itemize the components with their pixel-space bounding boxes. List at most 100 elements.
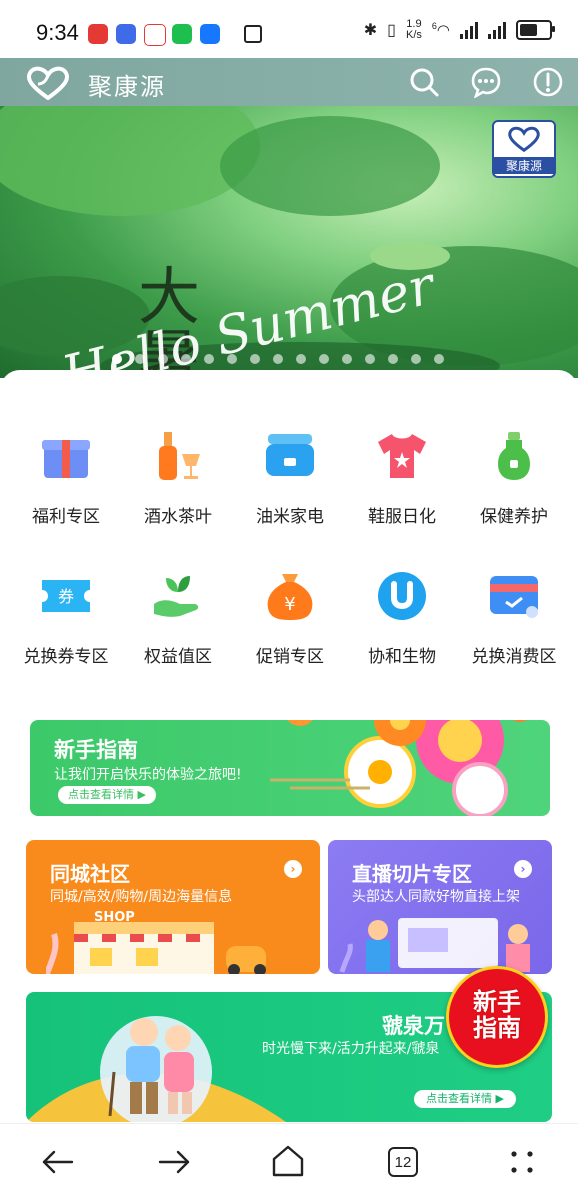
sprout-hand-icon [154, 576, 199, 617]
banner-badge-text: 聚康源 [494, 157, 554, 174]
svg-text:券: 券 [58, 587, 74, 606]
guide-detail-button[interactable]: 点击查看详情 ▶ [58, 786, 156, 804]
card-icon [490, 576, 538, 618]
city-card-title: 同城社区 [50, 862, 130, 886]
app-header: 聚康源 [0, 58, 578, 106]
brand-logo-icon [27, 66, 69, 100]
category-label: 兑换券专区 [23, 647, 109, 667]
category-label: 鞋服日化 [368, 507, 436, 527]
banner-dot[interactable] [434, 354, 444, 364]
info-icon[interactable] [532, 66, 564, 98]
hero-banner[interactable]: 大暑 Hello Summer 聚康源 [0, 106, 578, 378]
wifi-label: 6 [431, 21, 437, 31]
u-logo-icon [378, 572, 426, 620]
live-clip-card[interactable]: 直播切片专区 头部达人同款好物直接上架 › [328, 840, 552, 974]
category-clothing[interactable]: 鞋服日化 [346, 428, 458, 527]
banner-dot[interactable] [181, 354, 191, 364]
category-drinks[interactable]: 酒水茶叶 [122, 428, 234, 527]
elderly-couple-illustration [26, 1016, 286, 1122]
banner-dot[interactable] [158, 354, 168, 364]
chevron-right-icon[interactable]: › [284, 860, 302, 878]
brand-logo-icon [508, 126, 540, 153]
tshirt-icon [378, 434, 426, 478]
banner-dot[interactable] [319, 354, 329, 364]
spring-card-subtitle: 时光慢下来/活力升起来/虢泉 [262, 1041, 440, 1057]
category-label: 保健养护 [480, 507, 548, 527]
rice-cooker-icon [266, 434, 314, 476]
category-coupon[interactable]: 券 兑换券专区 [10, 568, 122, 667]
vibrate-icon: ▯ [387, 22, 396, 39]
banner-dot[interactable] [204, 354, 214, 364]
weibo-app-icon [144, 24, 166, 46]
city-community-card[interactable]: 同城社区 同城/高效/购物/周边海量信息 › SHOP [26, 840, 320, 974]
wifi-icon: 6◠ [431, 21, 450, 39]
banner-dot[interactable] [227, 354, 237, 364]
category-label: 油米家电 [256, 507, 324, 527]
bluetooth-icon: ✱ [363, 22, 378, 39]
home-icon[interactable] [270, 1143, 306, 1179]
newbie-guide-banner[interactable]: 新手指南 让我们开启快乐的体验之旅吧! 点击查看详情 ▶ [30, 720, 550, 816]
category-label: 酒水茶叶 [144, 507, 212, 527]
category-promo[interactable]: ¥ 促销专区 [234, 568, 346, 667]
status-bar: 9:34 ✱ ▯ 1.9 K/s 6◠ [0, 0, 578, 62]
alipay-app-icon [200, 24, 220, 44]
brand-name: 聚康源 [88, 73, 166, 101]
guide-title: 新手指南 [54, 738, 138, 762]
wine-icon [159, 432, 200, 480]
banner-dot[interactable] [342, 354, 352, 364]
category-grain-appliance[interactable]: 油米家电 [234, 428, 346, 527]
nfc-icon [244, 25, 262, 43]
category-equity[interactable]: 权益值区 [122, 568, 234, 667]
category-welfare[interactable]: 福利专区 [10, 428, 122, 527]
category-label: 兑换消费区 [471, 647, 557, 667]
net-speed: 1.9 K/s [406, 19, 422, 41]
shop-sign: SHOP [94, 910, 135, 925]
live-card-subtitle: 头部达人同款好物直接上架 [352, 889, 520, 905]
banner-dot[interactable] [411, 354, 421, 364]
live-illustration [339, 918, 530, 973]
float-badge-line1: 新手 [473, 988, 521, 1016]
status-time: 9:34 [36, 20, 79, 45]
category-label: 权益值区 [144, 647, 212, 667]
forward-arrow-icon[interactable] [156, 1144, 192, 1180]
coupon-icon: 券 [42, 580, 90, 612]
city-card-subtitle: 同城/高效/购物/周边海量信息 [50, 889, 233, 905]
tabs-button[interactable]: 12 [388, 1147, 418, 1177]
banner-dot[interactable] [388, 354, 398, 364]
category-label: 促销专区 [256, 647, 324, 667]
spring-detail-button[interactable]: 点击查看详情 ▶ [414, 1090, 516, 1108]
battery-icon [516, 20, 555, 40]
search-icon[interactable] [408, 66, 440, 98]
banner-dot[interactable] [112, 354, 122, 364]
newbie-guide-float-button[interactable]: 新手 指南 [446, 966, 548, 1068]
huawei-app-icon [88, 24, 108, 44]
browser-app-icon [116, 24, 136, 44]
battery-level [520, 24, 537, 36]
menu-dots-icon[interactable] [504, 1144, 540, 1180]
shop-illustration [46, 922, 266, 974]
banner-dot[interactable] [250, 354, 260, 364]
health-bottle-icon [498, 432, 530, 480]
guide-subtitle: 让我们开启快乐的体验之旅吧! [54, 767, 242, 783]
money-bag-icon: ¥ [267, 574, 313, 620]
banner-brand-badge: 聚康源 [492, 120, 556, 178]
message-icon[interactable] [470, 66, 502, 98]
category-label: 福利专区 [32, 507, 100, 527]
banner-dot[interactable] [135, 354, 145, 364]
banner-dot[interactable] [273, 354, 283, 364]
gift-icon [42, 440, 90, 478]
signal-2-icon [488, 21, 506, 39]
category-health[interactable]: 保健养护 [458, 428, 570, 527]
category-xiehe[interactable]: 协和生物 [346, 568, 458, 667]
flower-illustration [270, 720, 528, 816]
spring-card-title: 虢泉万 [382, 1014, 445, 1038]
category-exchange[interactable]: 兑换消费区 [458, 568, 570, 667]
banner-dot[interactable] [296, 354, 306, 364]
chevron-right-icon[interactable]: › [514, 860, 532, 878]
live-card-title: 直播切片专区 [352, 862, 472, 886]
banner-pagination[interactable] [112, 354, 444, 364]
svg-text:¥: ¥ [284, 594, 295, 615]
banner-dot[interactable] [365, 354, 375, 364]
net-speed-unit: K/s [405, 29, 422, 41]
back-arrow-icon[interactable] [40, 1144, 76, 1180]
